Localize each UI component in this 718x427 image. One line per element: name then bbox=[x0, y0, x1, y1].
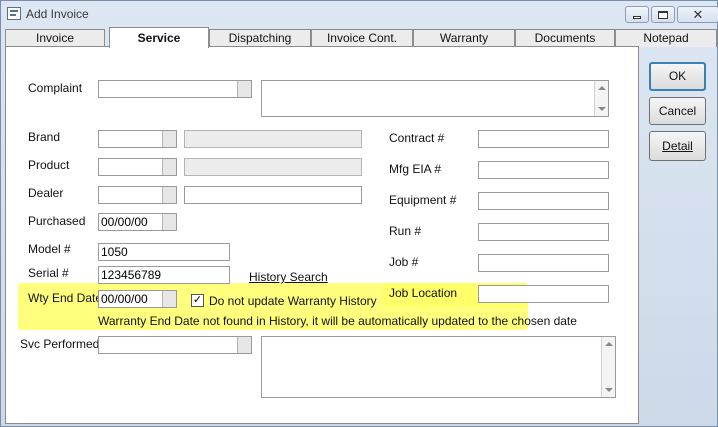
dealer-label: Dealer bbox=[28, 186, 64, 200]
svc-performed-label: Svc Performed bbox=[20, 337, 100, 351]
model-field[interactable]: 1050 bbox=[98, 243, 230, 261]
no-update-warranty-checkbox[interactable]: ✓ bbox=[191, 294, 204, 307]
ok-button[interactable]: OK bbox=[649, 62, 706, 91]
job-location-field[interactable] bbox=[478, 285, 609, 303]
purchased-label: Purchased bbox=[28, 214, 86, 228]
scroll-down-icon[interactable] bbox=[598, 107, 606, 111]
tab-invoice[interactable]: Invoice bbox=[5, 29, 105, 47]
title-bar: Add Invoice ✕ bbox=[1, 1, 718, 27]
contract-label: Contract # bbox=[389, 131, 445, 145]
window-title: Add Invoice bbox=[26, 7, 89, 21]
purchased-date-button[interactable] bbox=[162, 214, 176, 230]
equipment-field[interactable] bbox=[478, 192, 609, 210]
brand-combo[interactable] bbox=[98, 130, 177, 148]
product-description bbox=[184, 158, 362, 176]
warranty-message: Warranty End Date not found in History, … bbox=[98, 314, 577, 328]
tab-warranty[interactable]: Warranty bbox=[413, 29, 515, 47]
contract-field[interactable] bbox=[478, 130, 609, 148]
scroll-up-icon[interactable] bbox=[598, 86, 606, 90]
tab-notepad[interactable]: Notepad bbox=[615, 29, 717, 47]
scroll-down-icon[interactable] bbox=[605, 388, 613, 392]
complaint-label: Complaint bbox=[28, 81, 83, 95]
job-location-label: Job Location bbox=[389, 286, 458, 300]
equipment-label: Equipment # bbox=[389, 193, 457, 207]
run-field[interactable] bbox=[478, 223, 609, 241]
history-search-link[interactable]: History Search bbox=[249, 270, 328, 284]
serial-label: Serial # bbox=[28, 266, 69, 280]
job-label: Job # bbox=[389, 255, 419, 269]
complaint-combo[interactable] bbox=[98, 80, 252, 98]
wty-end-date-field[interactable]: 00/00/00 bbox=[98, 290, 177, 308]
detail-button[interactable]: Detail bbox=[649, 131, 706, 161]
maximize-button[interactable] bbox=[651, 6, 675, 23]
scroll-up-icon[interactable] bbox=[605, 342, 613, 346]
brand-label: Brand bbox=[28, 130, 61, 144]
wty-end-date-label: Wty End Date bbox=[28, 291, 103, 305]
wty-end-date-button[interactable] bbox=[162, 291, 176, 307]
brand-dropdown-button[interactable] bbox=[162, 131, 176, 147]
brand-description bbox=[184, 130, 362, 148]
add-invoice-window: Add Invoice ✕ Invoice Service Dispatchin… bbox=[0, 0, 718, 427]
close-icon: ✕ bbox=[692, 6, 704, 22]
dealer-combo[interactable] bbox=[98, 186, 177, 204]
svc-performed-dropdown-button[interactable] bbox=[237, 337, 251, 353]
mfg-eia-label: Mfg EIA # bbox=[389, 162, 442, 176]
minimize-button[interactable] bbox=[625, 6, 649, 23]
svc-performed-combo[interactable] bbox=[98, 336, 252, 354]
product-label: Product bbox=[28, 158, 70, 172]
minimize-icon bbox=[633, 16, 641, 19]
close-button[interactable]: ✕ bbox=[677, 6, 718, 23]
tab-documents[interactable]: Documents bbox=[515, 29, 615, 47]
mfg-eia-field[interactable] bbox=[478, 161, 609, 179]
tab-strip: Invoice Service Dispatching Invoice Cont… bbox=[1, 27, 718, 48]
complaint-scrollbar[interactable] bbox=[594, 81, 608, 116]
serial-field[interactable]: 123456789 bbox=[98, 266, 230, 284]
maximize-icon bbox=[658, 10, 668, 19]
svc-performed-scrollbar[interactable] bbox=[601, 337, 615, 397]
tab-service[interactable]: Service bbox=[109, 27, 209, 48]
tab-dispatching[interactable]: Dispatching bbox=[209, 29, 311, 47]
tab-invoice-cont[interactable]: Invoice Cont. bbox=[311, 29, 413, 47]
invoice-app-icon bbox=[7, 7, 21, 20]
wty-end-date-value: 00/00/00 bbox=[101, 292, 148, 306]
complaint-memo[interactable] bbox=[261, 80, 609, 117]
dealer-name-field[interactable] bbox=[184, 186, 362, 204]
complaint-dropdown-button[interactable] bbox=[237, 81, 251, 97]
run-label: Run # bbox=[389, 224, 422, 238]
product-combo[interactable] bbox=[98, 158, 177, 176]
cancel-button[interactable]: Cancel bbox=[649, 97, 706, 125]
no-update-warranty-label: Do not update Warranty History bbox=[209, 294, 377, 308]
model-label: Model # bbox=[28, 242, 71, 256]
job-field[interactable] bbox=[478, 254, 609, 272]
dealer-dropdown-button[interactable] bbox=[162, 187, 176, 203]
product-dropdown-button[interactable] bbox=[162, 159, 176, 175]
purchased-date-value: 00/00/00 bbox=[101, 215, 148, 229]
purchased-date-field[interactable]: 00/00/00 bbox=[98, 213, 177, 231]
svc-performed-memo[interactable] bbox=[261, 336, 616, 398]
